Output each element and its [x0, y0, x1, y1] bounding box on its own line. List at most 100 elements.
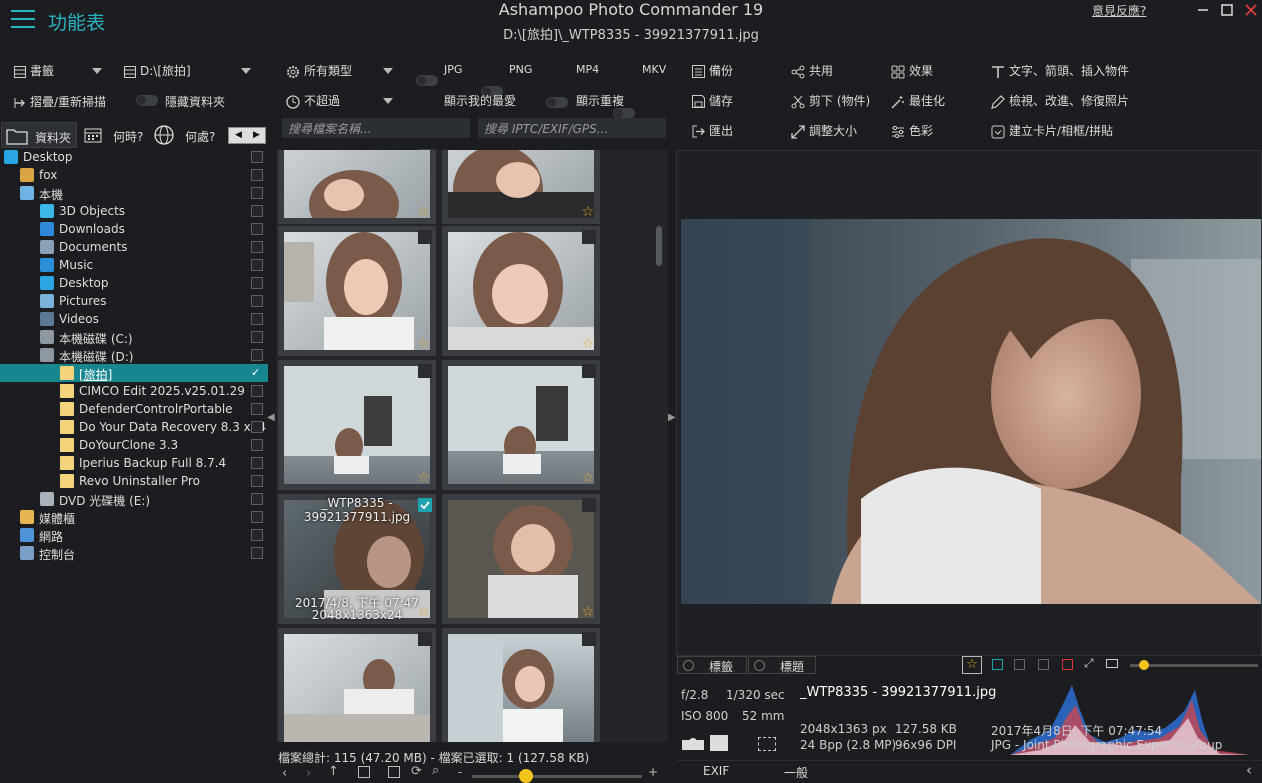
tree-item[interactable]: Music — [0, 256, 268, 274]
tab-exif[interactable]: EXIF — [703, 764, 729, 778]
tree-item-checkbox[interactable]: ✓ — [251, 367, 263, 379]
backup-button[interactable]: 備份 — [692, 62, 733, 79]
create-card-button[interactable]: 建立卡片/相框/拼貼 — [991, 122, 1113, 139]
monitor-icon[interactable] — [1106, 659, 1118, 668]
tree-item[interactable]: 本機磁碟 (C:) — [0, 328, 268, 346]
tree-item[interactable]: Do Your Data Recovery 8.3 x64 — [0, 418, 268, 436]
feedback-link[interactable]: 意見反應? — [1092, 2, 1146, 19]
tree-item[interactable]: Iperius Backup Full 8.7.4 — [0, 454, 268, 472]
date-filter-dropdown-icon[interactable] — [383, 98, 393, 104]
thumbnail-tile[interactable] — [442, 628, 600, 742]
tree-item-checkbox[interactable] — [251, 187, 263, 199]
reject-icon[interactable] — [1062, 659, 1073, 670]
thumbnail-checkbox[interactable] — [582, 364, 596, 378]
thumbnail-tile[interactable]: ☆ — [278, 150, 436, 224]
thumbnail-tile[interactable]: ☆ — [278, 226, 436, 356]
mark-icon[interactable] — [992, 659, 1003, 670]
share-button[interactable]: 共用 — [791, 62, 833, 79]
thumbnail-scrollbar[interactable] — [656, 226, 662, 266]
favorite-star-icon[interactable]: ☆ — [581, 470, 594, 486]
tab-title[interactable]: 標題 — [748, 656, 816, 674]
forward-icon[interactable]: › — [306, 766, 311, 781]
thumbnail-checkbox[interactable] — [418, 230, 432, 244]
type-filter-button[interactable]: 所有類型 — [286, 62, 352, 79]
zoom-slider-thumb[interactable] — [519, 769, 533, 783]
tree-item[interactable]: DefenderControlrPortable — [0, 400, 268, 418]
zoom-in-icon[interactable]: + — [648, 765, 658, 779]
export-button[interactable]: 匯出 — [692, 122, 733, 139]
favorite-star-icon[interactable]: ☆ — [581, 604, 594, 620]
rescan-button[interactable]: 摺疊/重新掃描 — [14, 93, 106, 110]
thumbnail-tile[interactable]: ☆ — [442, 150, 600, 224]
tree-item[interactable]: CIMCO Edit 2025.v25.01.29 — [0, 382, 268, 400]
refresh-icon[interactable]: ⟳ — [411, 764, 422, 779]
thumbnail-tile[interactable]: ☆ — [442, 226, 600, 356]
thumbnail-checkbox[interactable] — [582, 632, 596, 646]
back-icon[interactable]: ‹ — [282, 766, 287, 781]
favorite-star-icon[interactable]: ☆ — [417, 336, 430, 352]
favorite-star-icon[interactable]: ☆ — [417, 604, 430, 620]
optimize-button[interactable]: 最佳化 — [891, 92, 945, 109]
tree-item[interactable]: Documents — [0, 238, 268, 256]
path-dropdown-icon[interactable] — [241, 68, 251, 74]
tree-item-checkbox[interactable] — [251, 259, 263, 271]
tree-item-checkbox[interactable] — [251, 439, 263, 451]
minimize-icon[interactable] — [1195, 2, 1211, 18]
rating-star-icon[interactable]: ☆ — [962, 656, 982, 674]
view-edit-button[interactable]: 檢視、改進、修復照片 — [991, 92, 1129, 109]
maximize-icon[interactable] — [1219, 2, 1235, 18]
tab-folders[interactable]: 資料夾 — [1, 122, 77, 148]
tree-item-checkbox[interactable] — [251, 457, 263, 469]
tree-item-checkbox[interactable] — [251, 349, 263, 361]
thumbnail-tile[interactable] — [278, 628, 436, 742]
tree-item-checkbox[interactable] — [251, 295, 263, 307]
collapse-info-icon[interactable]: ‹ — [1246, 761, 1252, 779]
tree-item-checkbox[interactable] — [251, 205, 263, 217]
tree-item-checkbox[interactable] — [251, 241, 263, 253]
thumbnail-tile[interactable]: ☆ — [442, 494, 600, 624]
mark2-icon[interactable] — [1014, 659, 1025, 670]
search-name-input[interactable]: 搜尋檔案名稱... — [282, 118, 470, 138]
text-insert-button[interactable]: 文字、箭頭、插入物件 — [991, 62, 1129, 79]
tree-item-checkbox[interactable] — [251, 151, 263, 163]
tree-item-checkbox[interactable] — [251, 529, 263, 541]
tree-item[interactable]: 媒體櫃 — [0, 508, 268, 526]
tree-item[interactable]: 本機磁碟 (D:) — [0, 346, 268, 364]
tree-item[interactable]: Pictures — [0, 292, 268, 310]
tab-tags[interactable]: 標籤 — [677, 656, 747, 674]
hidden-folders-toggle[interactable] — [136, 95, 158, 106]
tab-scroll-left-icon[interactable]: ◀ — [235, 130, 242, 140]
thumbnail-tile-selected[interactable]: _WTP8335 - 39921377911.jpg 2017/4/8, 下午 … — [278, 494, 436, 624]
tree-item[interactable]: DVD 光碟機 (E:) — [0, 490, 268, 508]
collapse-right-icon[interactable]: ▶ — [668, 412, 676, 423]
tree-item-checkbox[interactable] — [251, 169, 263, 181]
tree-item-checkbox[interactable] — [251, 493, 263, 505]
tree-item-checkbox[interactable] — [251, 421, 263, 433]
date-filter-button[interactable]: 不超過 — [286, 92, 340, 109]
tree-item-checkbox[interactable] — [251, 511, 263, 523]
resize-button[interactable]: 調整大小 — [791, 122, 857, 139]
crop-object-button[interactable]: 剪下 (物件) — [791, 92, 870, 109]
histogram-toggle-icon[interactable] — [710, 735, 728, 751]
mp4-toggle[interactable] — [546, 97, 568, 108]
tab-general[interactable]: 一般 — [784, 764, 808, 781]
tree-item[interactable]: 控制台 — [0, 544, 268, 562]
bookmarks-button[interactable]: 書籤 — [14, 62, 54, 79]
tree-item-checkbox[interactable] — [251, 223, 263, 235]
tree-item[interactable]: DoYourClone 3.3 — [0, 436, 268, 454]
close-icon[interactable] — [1243, 2, 1259, 18]
tree-item[interactable]: Downloads — [0, 220, 268, 238]
tree-item-checkbox[interactable] — [251, 331, 263, 343]
tree-item-checkbox[interactable] — [251, 403, 263, 415]
tree-item[interactable]: 3D Objects — [0, 202, 268, 220]
tab-where[interactable]: 何處? — [152, 122, 222, 148]
favorite-star-icon[interactable]: ☆ — [581, 204, 594, 220]
effects-button[interactable]: 效果 — [891, 62, 933, 79]
thumbnail-checkbox[interactable] — [582, 498, 596, 512]
tree-item-checkbox[interactable] — [251, 277, 263, 289]
zoom-icon[interactable]: ⌕ — [432, 763, 439, 778]
path-selector[interactable]: D:\[旅拍] — [124, 62, 191, 79]
preview-zoom-track[interactable] — [1130, 664, 1258, 667]
tree-item-checkbox[interactable] — [251, 385, 263, 397]
panel-icon[interactable] — [358, 766, 370, 778]
